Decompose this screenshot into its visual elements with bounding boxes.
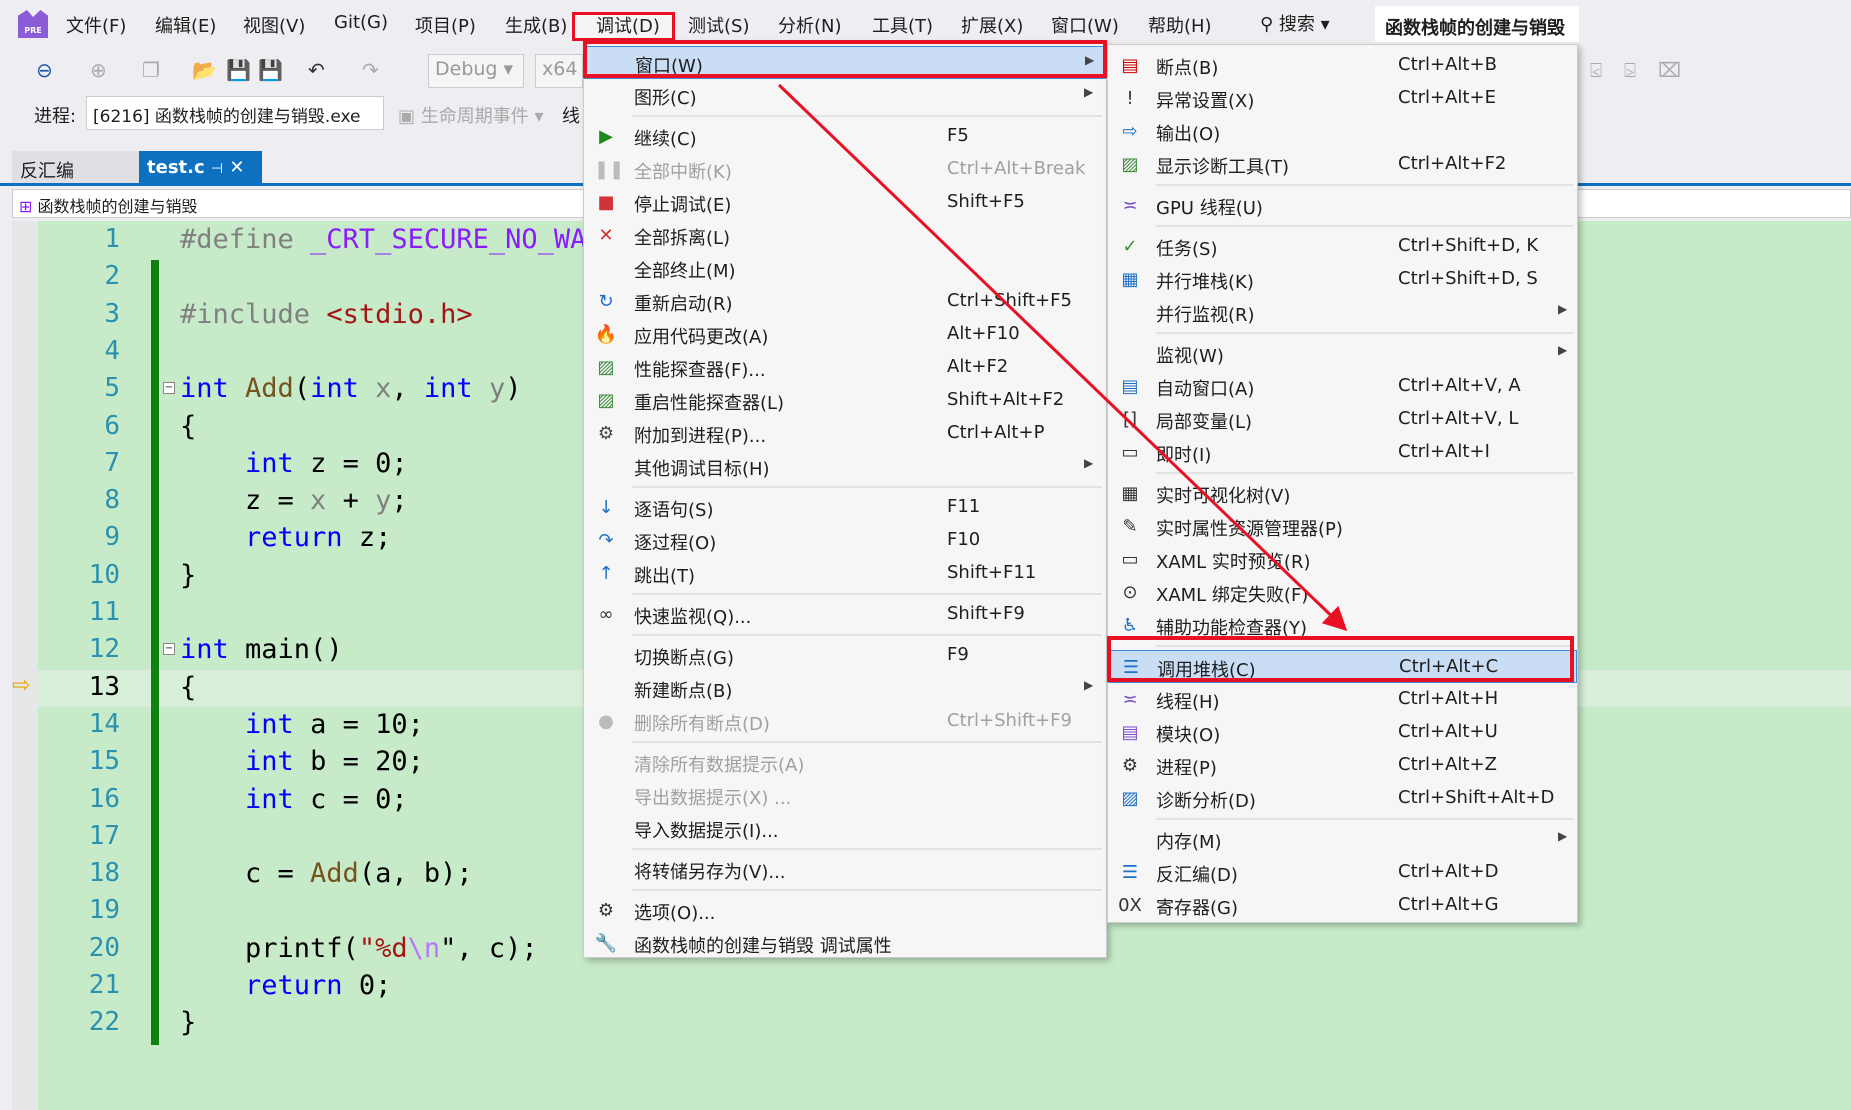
annotation-arrow	[777, 83, 1348, 632]
annotation-arrow-line	[777, 83, 1348, 632]
